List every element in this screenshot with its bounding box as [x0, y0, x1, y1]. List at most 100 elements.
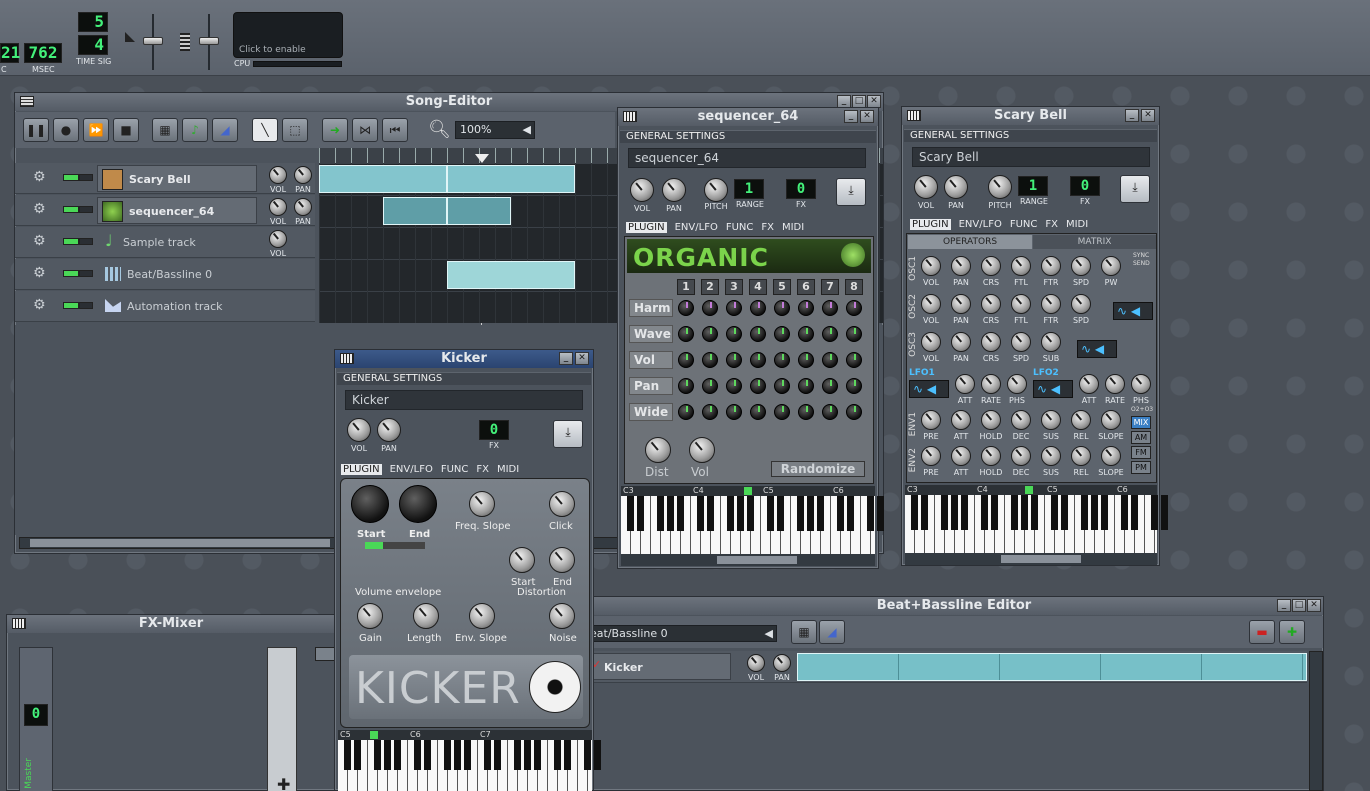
minimize-button[interactable]: _	[1125, 109, 1139, 122]
black-key[interactable]	[1151, 495, 1158, 530]
beat-pattern[interactable]	[797, 653, 1307, 681]
record-button[interactable]: ●	[53, 118, 79, 142]
osc-knob[interactable]	[921, 332, 941, 352]
harmonic-knob[interactable]	[726, 326, 742, 342]
black-key[interactable]	[394, 740, 401, 771]
black-key[interactable]	[564, 740, 571, 771]
black-key[interactable]	[584, 740, 591, 771]
pattern-block[interactable]	[383, 197, 447, 225]
waveform-selector[interactable]: ∿ ◀	[1077, 340, 1117, 358]
black-key[interactable]	[847, 496, 854, 531]
white-keys[interactable]	[338, 740, 601, 791]
harmonic-knob[interactable]	[798, 352, 814, 368]
fx-fader-track[interactable]	[267, 647, 297, 791]
pitch-range-display[interactable]: 1	[734, 179, 764, 199]
harmonic-knob[interactable]	[702, 352, 718, 368]
osc-knob[interactable]	[1011, 332, 1031, 352]
osc-knob[interactable]	[1071, 256, 1091, 276]
gear-icon[interactable]: ⚙	[33, 201, 46, 217]
volume-knob[interactable]	[747, 654, 765, 672]
base-note-marker[interactable]	[1025, 486, 1033, 494]
tab-env-lfo[interactable]: ENV/LFO	[390, 464, 433, 475]
record-play-button[interactable]: ⏩	[83, 118, 109, 142]
black-key[interactable]	[384, 740, 391, 771]
instrument-name-field[interactable]: Scary Bell	[912, 147, 1150, 167]
pan-knob[interactable]	[294, 198, 312, 216]
tab-func[interactable]: FUNC	[1010, 219, 1038, 230]
tab-plugin[interactable]: PLUGIN	[341, 464, 382, 475]
osc-knob[interactable]	[951, 294, 971, 314]
env-knob[interactable]	[951, 446, 971, 466]
start-freq-knob[interactable]	[351, 485, 389, 523]
env-knob[interactable]	[921, 446, 941, 466]
mix-mode-button[interactable]: PM	[1131, 461, 1151, 474]
track-name[interactable]: Beat/Bassline 0	[127, 268, 212, 281]
pattern-block[interactable]	[447, 261, 575, 289]
add-steps-button[interactable]: ✚	[1279, 620, 1305, 644]
harmonic-knob[interactable]	[798, 404, 814, 420]
volume-knob[interactable]	[269, 166, 287, 184]
black-key[interactable]	[877, 496, 884, 531]
keyboard-scrollbar[interactable]	[905, 553, 1157, 565]
tab-func[interactable]: FUNC	[441, 464, 469, 475]
black-key[interactable]	[1101, 495, 1108, 530]
env-knob[interactable]	[1101, 410, 1121, 430]
lfo-knob[interactable]	[955, 374, 975, 394]
harmonic-number-button[interactable]: 3	[725, 279, 743, 295]
harmonic-knob[interactable]	[774, 326, 790, 342]
maximize-button[interactable]: □	[1292, 599, 1306, 612]
volume-knob[interactable]	[347, 418, 371, 442]
black-key[interactable]	[1161, 495, 1168, 530]
pan-knob[interactable]	[662, 178, 686, 202]
fx-channel-display[interactable]: 0	[786, 179, 816, 199]
black-key[interactable]	[464, 740, 471, 771]
kicker-titlebar[interactable]: Kicker _ ✕	[335, 350, 593, 368]
env-knob[interactable]	[1011, 446, 1031, 466]
black-key[interactable]	[444, 740, 451, 771]
play-pause-button[interactable]: ❚❚	[23, 118, 49, 142]
harmonic-number-button[interactable]: 7	[821, 279, 839, 295]
beat-vertical-scrollbar[interactable]	[1309, 651, 1323, 791]
volume-knob[interactable]	[630, 178, 654, 202]
mute-led[interactable]	[63, 302, 79, 309]
harmonic-knob[interactable]	[678, 404, 694, 420]
draw-mode-button[interactable]: ╲	[252, 118, 278, 142]
osc-knob[interactable]	[1041, 294, 1061, 314]
track-name[interactable]: Automation track	[127, 300, 223, 313]
env-knob[interactable]	[921, 410, 941, 430]
black-key[interactable]	[627, 496, 634, 531]
harmonic-knob[interactable]	[750, 404, 766, 420]
track-name[interactable]: Sample track	[123, 236, 196, 249]
lfo-waveform-selector[interactable]: ∿ ◀	[909, 380, 949, 398]
add-beat-track-button[interactable]: ▦	[152, 118, 178, 142]
close-button[interactable]: ✕	[1307, 599, 1321, 612]
black-key[interactable]	[524, 740, 531, 771]
remove-steps-button[interactable]: ▬	[1249, 620, 1275, 644]
harmonic-knob[interactable]	[822, 352, 838, 368]
osc-knob[interactable]	[951, 332, 971, 352]
black-key[interactable]	[484, 740, 491, 771]
harmonic-knob[interactable]	[726, 300, 742, 316]
pattern-block[interactable]	[447, 165, 575, 193]
black-key[interactable]	[777, 496, 784, 531]
tab-fx[interactable]: FX	[761, 222, 774, 233]
osc-knob[interactable]	[921, 256, 941, 276]
gear-icon[interactable]: ⚙	[33, 265, 46, 281]
freq-slope-knob[interactable]	[469, 491, 495, 517]
env-knob[interactable]	[1011, 410, 1031, 430]
black-key[interactable]	[911, 495, 918, 530]
fx-scrollbar[interactable]	[315, 647, 335, 661]
black-key[interactable]	[991, 495, 998, 530]
harmonic-knob[interactable]	[846, 326, 862, 342]
timesig-numerator[interactable]: 5	[78, 12, 108, 32]
base-note-marker[interactable]	[370, 731, 378, 739]
fx-channel-display[interactable]: 0	[479, 420, 509, 440]
volume-knob[interactable]	[269, 230, 287, 248]
black-key[interactable]	[677, 496, 684, 531]
mute-led[interactable]	[63, 206, 79, 213]
harmonic-number-button[interactable]: 6	[797, 279, 815, 295]
black-key[interactable]	[414, 740, 421, 771]
harmonic-knob[interactable]	[774, 300, 790, 316]
select-mode-button[interactable]: ⬚	[282, 118, 308, 142]
black-key[interactable]	[1011, 495, 1018, 530]
